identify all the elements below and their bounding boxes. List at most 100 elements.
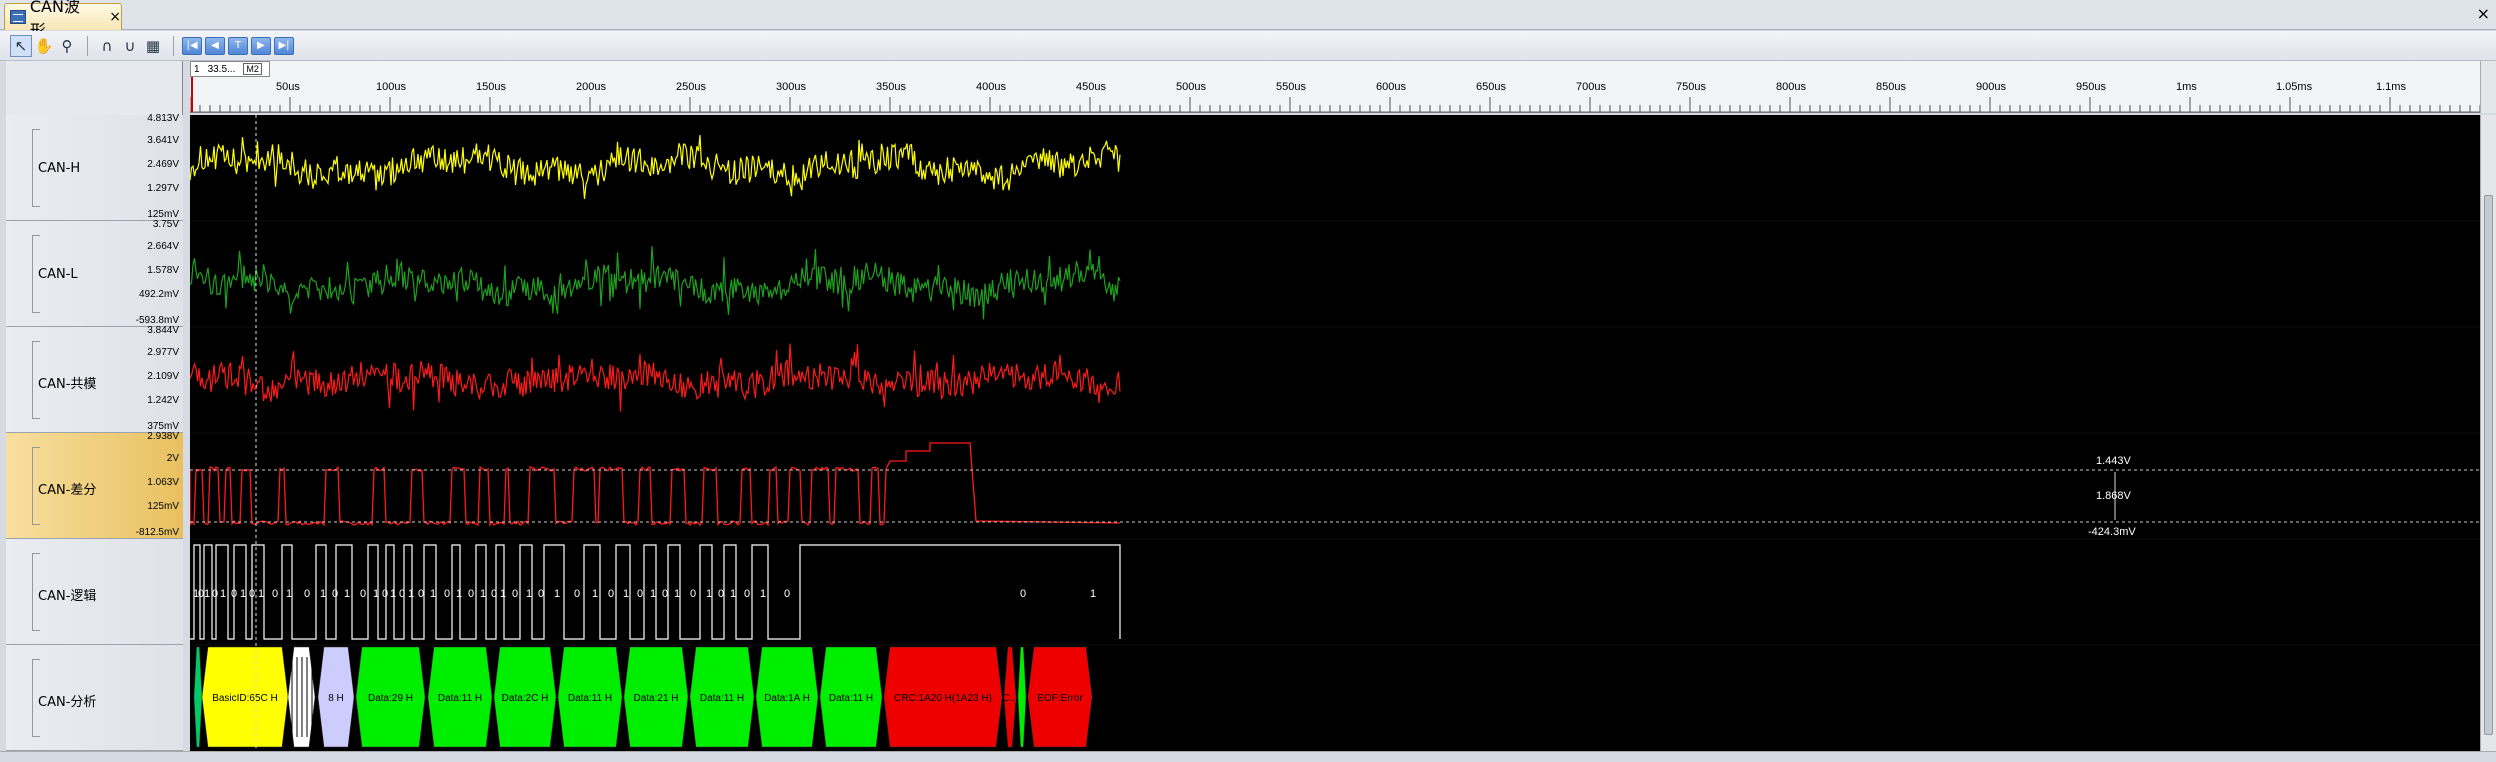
- zoom-icon[interactable]: ⚲: [56, 35, 78, 57]
- waveform-canvas: 1.443V1.868V-424.3mV10 1 0 1 0 1 0 1 0 1 0 1 0 1 0 1 0 1 0…: [190, 115, 2480, 751]
- cursor-value: 33.5...: [207, 63, 236, 75]
- tab-close-icon[interactable]: ×: [109, 9, 121, 25]
- channel-row[interactable]: CAN-共模 3.844V 2.977V 2.109V 1.242V 375mV: [6, 325, 183, 433]
- logic-bit-label: 0: [744, 588, 750, 600]
- logic-bit-label: 1: [430, 588, 436, 600]
- channel-name: CAN-分析: [38, 695, 97, 710]
- decode-packet-label: Data:29 H: [368, 693, 413, 704]
- scale-tick-label: 3.844V: [147, 325, 179, 336]
- measure-lower-value: -424.3mV: [2088, 526, 2136, 538]
- logic-bit-label: 0: [608, 588, 614, 600]
- logic-bit-label: 0: [662, 588, 668, 600]
- marker-badge: M2: [243, 63, 262, 75]
- logic-bit-label: 1: [240, 588, 246, 600]
- can-waveform-window: CAN波形 × × ↖ ✋ ⚲ ∩ ∪ ▦ |◀ ◀ T ▶ ▶| CAN-H 4…: [0, 0, 2496, 762]
- logic-bit-label: 0: [382, 588, 388, 600]
- scale-tick-label: 1.297V: [147, 183, 179, 194]
- edge-pulse-icon[interactable]: ∪: [119, 35, 141, 57]
- channel-row[interactable]: CAN-分析: [6, 645, 183, 751]
- logic-bit-label: 0: [637, 588, 643, 600]
- logic-bit-label: 0: [512, 588, 518, 600]
- logic-bit-label: 1: [706, 588, 712, 600]
- hand-pan-icon[interactable]: ✋: [33, 35, 55, 57]
- time-axis-label: 450us: [1076, 81, 1106, 93]
- toolbar-separator: [173, 35, 174, 56]
- channel-row[interactable]: CAN-差分 2.938V 2V 1.063V 125mV -812.5mV: [6, 431, 183, 539]
- time-axis-label: 250us: [676, 81, 706, 93]
- grid-icon[interactable]: ▦: [142, 35, 164, 57]
- scale-tick-label: 1.242V: [147, 395, 179, 406]
- time-axis-label: 1.05ms: [2276, 81, 2313, 93]
- prev-icon[interactable]: ◀: [205, 36, 225, 55]
- time-axis: 50us 100us 150us 200us 250us 300us 350us 400us 4…: [190, 77, 2480, 113]
- time-axis-label: 550us: [1276, 81, 1306, 93]
- time-axis-label: 100us: [376, 81, 406, 93]
- channel-name: CAN-逻辑: [38, 589, 97, 604]
- edge-rise-icon[interactable]: ∩: [96, 35, 118, 57]
- time-axis-label: 50us: [276, 81, 300, 93]
- go-end-icon[interactable]: ▶|: [274, 36, 294, 55]
- time-axis-label: 200us: [576, 81, 606, 93]
- channel-row[interactable]: CAN-逻辑: [6, 539, 183, 645]
- tab-can-waveform[interactable]: CAN波形 ×: [4, 0, 122, 40]
- logic-bit-label: 1: [526, 588, 532, 600]
- logic-bit-label: 0: [332, 588, 338, 600]
- logic-bit-label: 1: [650, 588, 656, 600]
- logic-bit-label: 1: [674, 588, 680, 600]
- channel-scale: 2.938V 2V 1.063V 125mV -812.5mV: [117, 431, 179, 539]
- scale-tick-label: 2.664V: [147, 241, 179, 252]
- time-axis-label: 150us: [476, 81, 506, 93]
- time-axis-label: 350us: [876, 81, 906, 93]
- logic-bit-label: 0: [399, 588, 405, 600]
- mark-icon[interactable]: T: [228, 36, 248, 55]
- logic-bit-label: 0: [231, 588, 237, 600]
- logic-bit-label: 0: [1020, 588, 1026, 600]
- measure-delta-value: 1.868V: [2096, 490, 2132, 502]
- logic-bit-label: 1: [554, 588, 560, 600]
- pointer-icon[interactable]: ↖: [10, 34, 32, 57]
- time-axis-label: 950us: [2076, 81, 2106, 93]
- logic-bit-label: 0: [418, 588, 424, 600]
- next-icon[interactable]: ▶: [251, 36, 271, 55]
- channel-row[interactable]: CAN-L 3.75V 2.664V 1.578V 492.2mV -593.8mV: [6, 219, 183, 327]
- logic-bit-label: 1: [320, 588, 326, 600]
- channel-row[interactable]: CAN-H 4.813V 3.641V 2.469V 1.297V 125mV: [6, 113, 183, 221]
- scale-tick-label: 2.469V: [147, 159, 179, 170]
- vertical-scrollbar[interactable]: [2480, 115, 2496, 751]
- scale-tick-label: 125mV: [147, 501, 179, 512]
- time-ruler[interactable]: 1 33.5... M2 50us 100us 150us 200us 250us 300…: [190, 61, 2480, 113]
- scale-tick-label: 3.641V: [147, 135, 179, 146]
- logic-bit-label: 1: [623, 588, 629, 600]
- waveform-panel[interactable]: 1.443V 1.868V -424.3mV 1 0 1 0 1 0 1 0 1 0 1 0 1 0 1 0 1 0 1 0…: [190, 115, 2480, 751]
- cursor-index: 1: [194, 63, 200, 75]
- logic-bit-label: 1: [456, 588, 462, 600]
- channel-name: CAN-H: [38, 161, 81, 176]
- logic-bit-label: 1: [220, 588, 226, 600]
- cursor-readout[interactable]: 1 33.5... M2: [190, 61, 270, 77]
- scrollbar-thumb[interactable]: [2484, 195, 2493, 735]
- logic-bit-label: 1: [204, 588, 210, 600]
- time-axis-label: 800us: [1776, 81, 1806, 93]
- scale-tick-label: 4.813V: [147, 113, 179, 124]
- logic-bit-label: 1: [390, 588, 396, 600]
- window-close-icon[interactable]: ×: [2477, 4, 2490, 23]
- logic-bit-label: 0: [360, 588, 366, 600]
- tab-strip: CAN波形 × ×: [0, 0, 2496, 40]
- scale-tick-label: 3.75V: [152, 219, 179, 230]
- ruler-scroll-strip: [2480, 61, 2496, 113]
- toolbar: ↖ ✋ ⚲ ∩ ∪ ▦ |◀ ◀ T ▶ ▶|: [0, 31, 2496, 61]
- channel-scale: [117, 539, 179, 645]
- logic-bit-label: 0: [491, 588, 497, 600]
- decode-packet-label: Data:11 H: [568, 693, 612, 704]
- channel-scale: [117, 645, 179, 751]
- channel-scale: 3.844V 2.977V 2.109V 1.242V 375mV: [117, 325, 179, 433]
- decode-packet-label: 8 H: [328, 693, 344, 704]
- go-start-icon[interactable]: |◀: [182, 36, 202, 55]
- decode-packet-label: Data:11 H: [829, 693, 873, 704]
- logic-bit-label: 1: [592, 588, 598, 600]
- decode-packet-label: BasicID:65C H: [212, 693, 278, 704]
- waveform-icon: [10, 10, 26, 24]
- logic-bit-label: 0: [272, 588, 278, 600]
- time-axis-label: 500us: [1176, 81, 1206, 93]
- channel-name: CAN-共模: [38, 377, 97, 392]
